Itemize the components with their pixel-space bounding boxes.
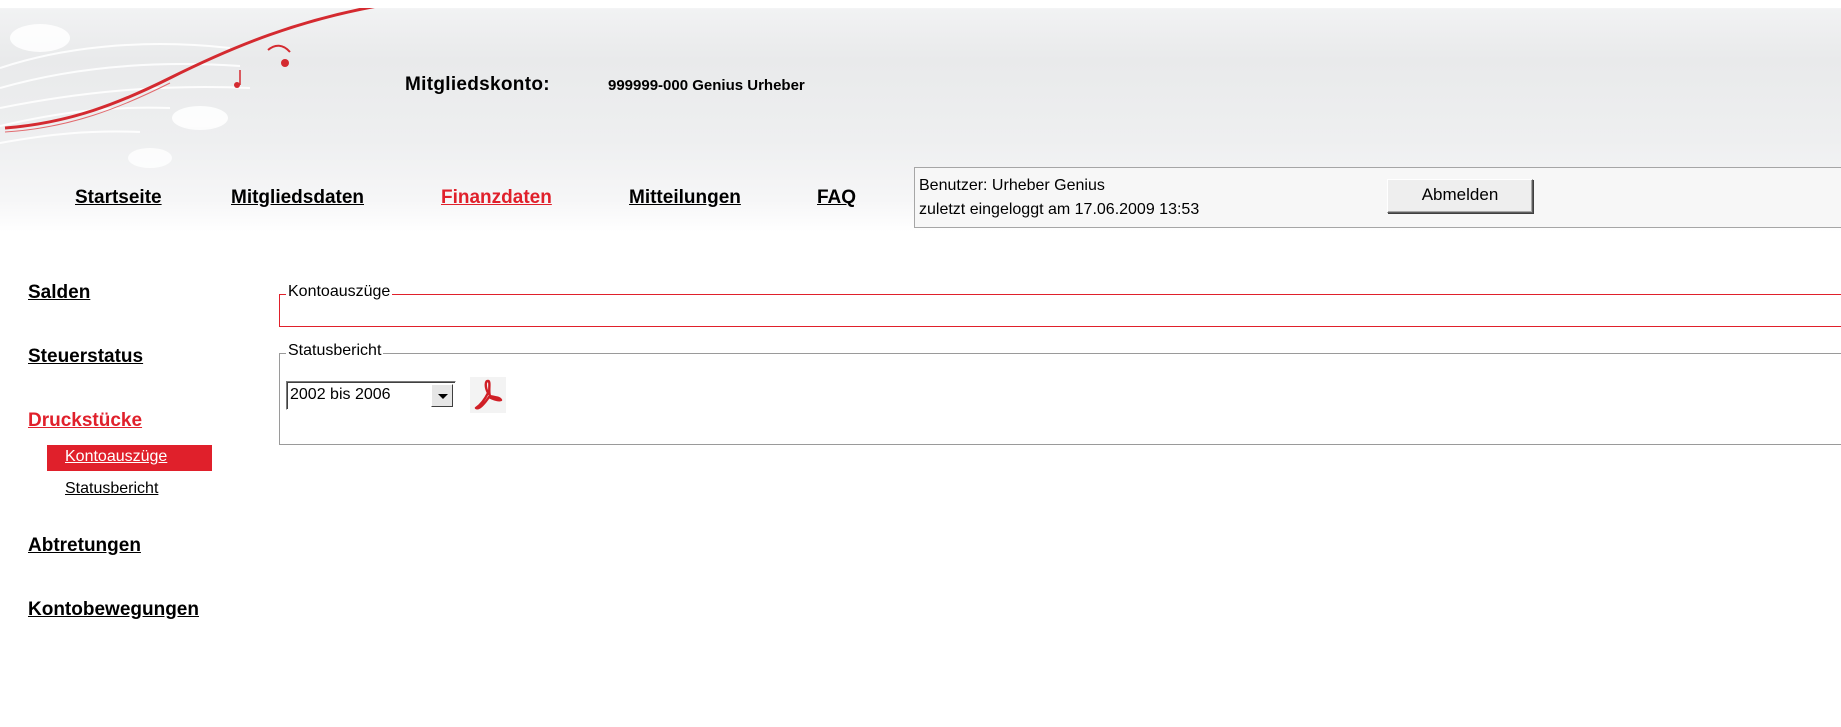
kontoauszuege-legend: Kontoauszüge — [286, 283, 393, 301]
kontoauszuege-fieldset: Kontoauszüge — [279, 283, 1841, 327]
user-info-box: Benutzer: Urheber Genius zuletzt eingelo… — [914, 167, 1841, 228]
side-item-salden[interactable]: Salden — [28, 282, 90, 304]
nav-mitteilungen[interactable]: Mitteilungen — [629, 187, 741, 209]
side-subitem-statusbericht[interactable]: Statusbericht — [65, 480, 158, 498]
nav-finanzdaten[interactable]: Finanzdaten — [441, 187, 552, 209]
year-range-select[interactable]: 2002 bis 2006 — [286, 381, 456, 410]
year-range-value: 2002 bis 2006 — [290, 386, 391, 403]
chevron-down-icon[interactable] — [431, 384, 453, 407]
account-value: 999999-000 Genius Urheber — [608, 77, 805, 94]
side-item-abtretungen[interactable]: Abtretungen — [28, 535, 141, 557]
nav-faq[interactable]: FAQ — [817, 187, 856, 209]
last-login-line: zuletzt eingeloggt am 17.06.2009 13:53 — [919, 201, 1200, 218]
account-label: Mitgliedskonto: — [405, 74, 550, 95]
user-name-line: Benutzer: Urheber Genius — [919, 177, 1105, 194]
logout-button[interactable]: Abmelden — [1387, 179, 1533, 213]
side-item-steuerstatus[interactable]: Steuerstatus — [28, 346, 143, 368]
side-item-kontobewegungen[interactable]: Kontobewegungen — [28, 599, 199, 621]
pdf-icon[interactable] — [468, 375, 508, 415]
statusbericht-fieldset: Statusbericht — [279, 342, 1841, 445]
side-subitem-kontoauszuege-highlight: Kontoauszüge — [47, 445, 212, 471]
nav-mitgliedsdaten[interactable]: Mitgliedsdaten — [231, 187, 364, 209]
statusbericht-legend: Statusbericht — [286, 342, 384, 360]
nav-startseite[interactable]: Startseite — [75, 187, 162, 209]
music-decoration — [0, 8, 375, 168]
header-top-strip — [0, 0, 1841, 8]
side-subitem-kontoauszuege[interactable]: Kontoauszüge — [65, 448, 167, 466]
side-item-druckstuecke[interactable]: Druckstücke — [28, 410, 142, 432]
